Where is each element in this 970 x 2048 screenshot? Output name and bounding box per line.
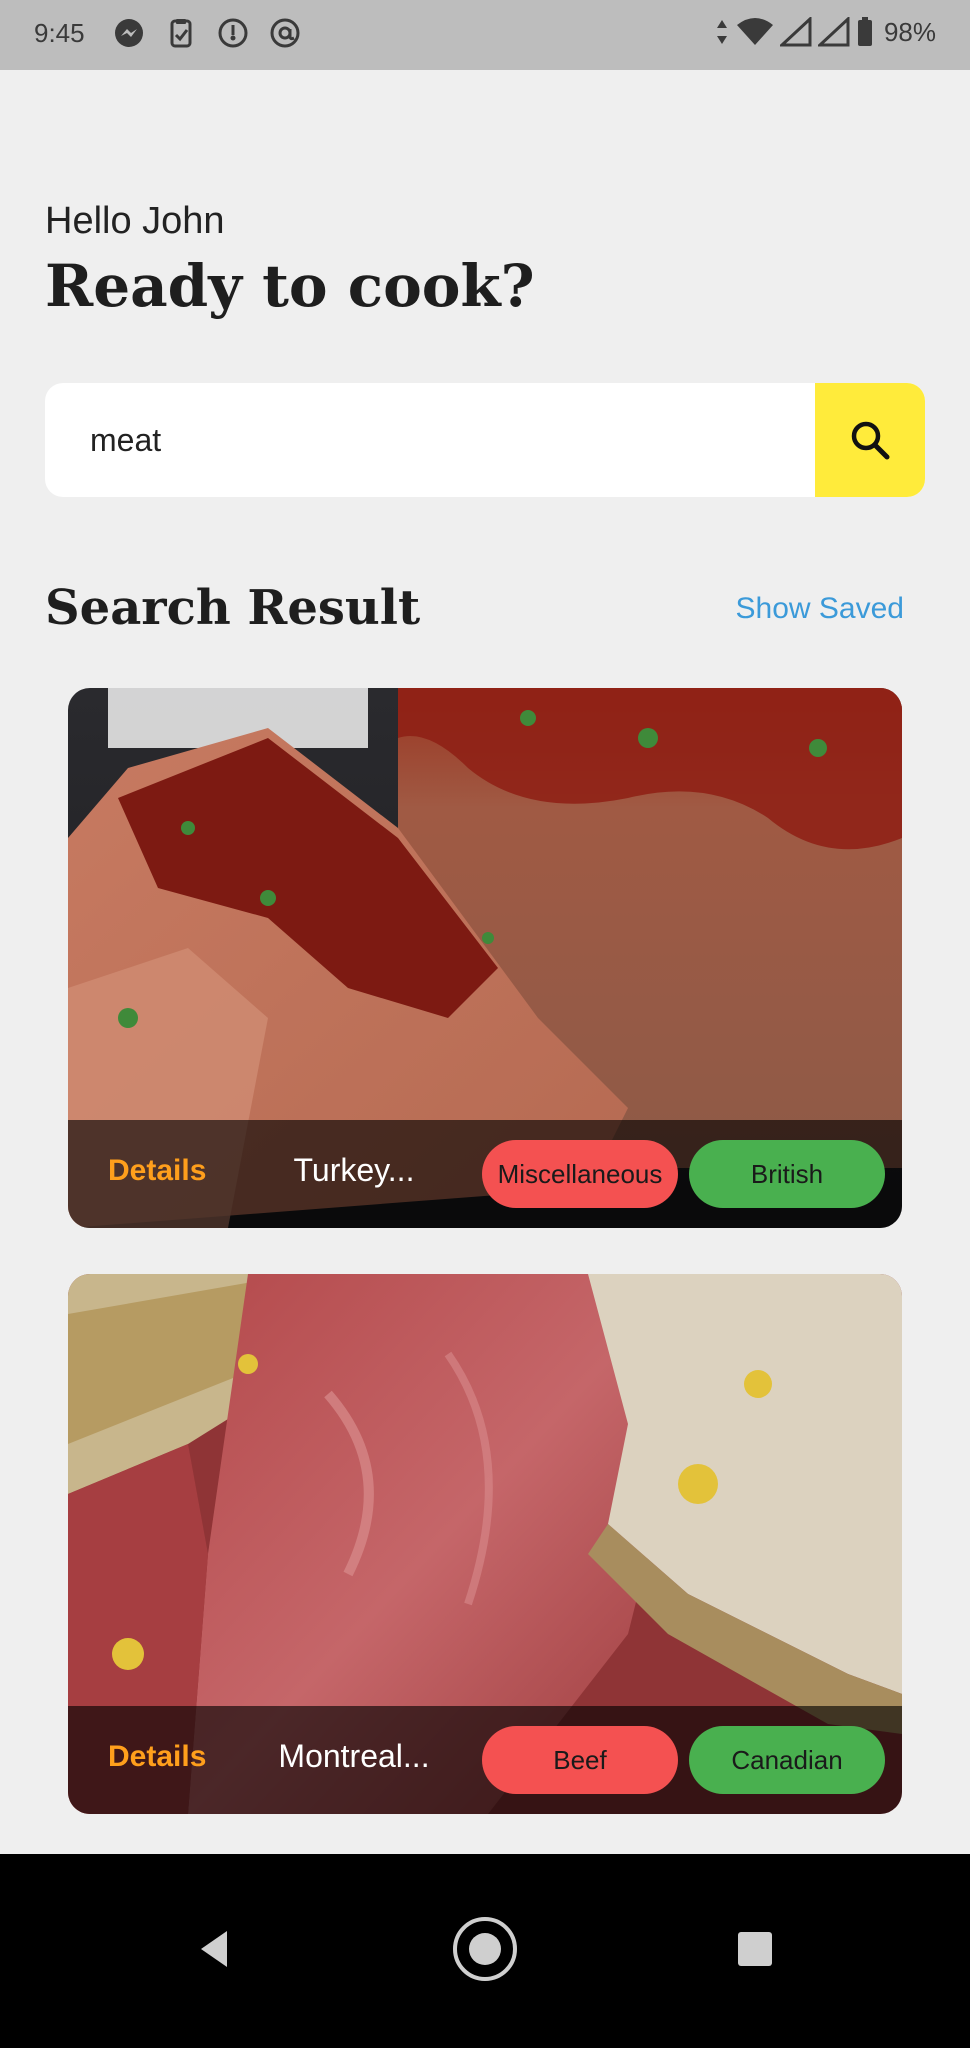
signal-icon bbox=[779, 17, 812, 47]
search-input[interactable] bbox=[45, 383, 815, 497]
system-icons: 98% bbox=[714, 16, 936, 48]
clipboard-icon bbox=[170, 19, 192, 48]
back-button[interactable] bbox=[170, 1904, 260, 1994]
details-button[interactable]: Details bbox=[108, 1154, 206, 1188]
category-tag: Beef bbox=[482, 1726, 678, 1794]
recent-apps-button[interactable] bbox=[710, 1904, 800, 1994]
area-tag: British bbox=[689, 1140, 885, 1208]
data-arrows-icon bbox=[716, 20, 727, 44]
gauge-icon bbox=[218, 18, 248, 48]
status-time: 9:45 bbox=[34, 18, 85, 48]
home-button[interactable] bbox=[440, 1904, 530, 1994]
search-result-title: Search Result bbox=[45, 580, 421, 636]
notification-icons bbox=[112, 16, 302, 50]
area-tag: Canadian bbox=[689, 1726, 885, 1794]
show-saved-link[interactable]: Show Saved bbox=[736, 592, 904, 626]
recent-apps-icon bbox=[738, 1932, 772, 1966]
category-tag: Miscellaneous bbox=[482, 1140, 678, 1208]
signal-icon bbox=[817, 17, 850, 47]
meal-name: Montreal... bbox=[278, 1738, 430, 1774]
navigation-bar bbox=[0, 1854, 970, 2048]
wifi-icon bbox=[736, 18, 773, 45]
battery-icon bbox=[857, 17, 872, 46]
result-card[interactable]: Details Turkey... Miscellaneous British bbox=[68, 688, 902, 1228]
at-icon bbox=[270, 18, 300, 48]
battery-level: 98% bbox=[883, 16, 936, 47]
status-bar: 9:45 98% bbox=[0, 0, 970, 70]
page-title: Ready to cook? bbox=[45, 252, 535, 320]
home-icon bbox=[453, 1917, 517, 1981]
greeting-text: Hello John bbox=[45, 200, 225, 242]
back-icon bbox=[201, 1931, 227, 1967]
result-card[interactable]: Details Montreal... Beef Canadian bbox=[68, 1274, 902, 1814]
messenger-icon bbox=[115, 19, 143, 47]
search-bar bbox=[45, 383, 925, 497]
search-icon bbox=[851, 421, 890, 460]
card-info-bar: Details Montreal... Beef Canadian bbox=[68, 1706, 902, 1814]
search-button[interactable] bbox=[815, 383, 925, 497]
card-info-bar: Details Turkey... Miscellaneous British bbox=[68, 1120, 902, 1228]
meal-name: Turkey... bbox=[293, 1152, 415, 1188]
details-button[interactable]: Details bbox=[108, 1740, 206, 1774]
